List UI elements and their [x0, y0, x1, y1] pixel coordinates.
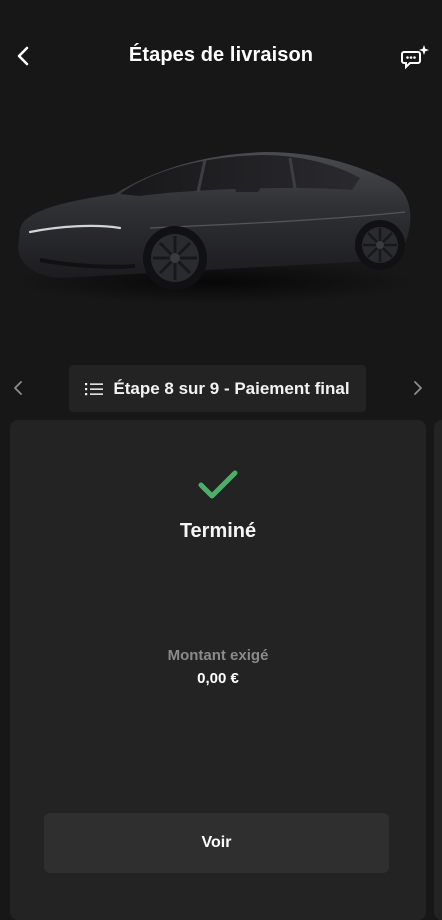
chevron-left-icon: [14, 381, 22, 395]
step-navigator: Étape 8 sur 9 - Paiement final: [0, 364, 442, 412]
step-selector[interactable]: Étape 8 sur 9 - Paiement final: [69, 365, 366, 412]
next-step-button[interactable]: [406, 374, 430, 402]
next-card-peek[interactable]: [434, 420, 442, 920]
list-icon: [85, 382, 104, 395]
chat-sparkle-icon: [401, 45, 429, 70]
header: Étapes de livraison: [0, 0, 442, 112]
check-icon: [198, 470, 238, 499]
view-button[interactable]: Voir: [44, 813, 389, 873]
amount-label: Montant exigé: [167, 647, 269, 664]
step-label: Étape 8 sur 9 - Paiement final: [113, 378, 350, 398]
step-card: Terminé Montant exigé 0,00 € Voir: [10, 420, 426, 920]
assistant-button[interactable]: [400, 42, 430, 72]
amount-value: 0,00 €: [197, 670, 239, 687]
page-title: Étapes de livraison: [128, 44, 314, 66]
car-image: [0, 120, 442, 340]
chevron-right-icon: [414, 381, 422, 395]
status-text: Terminé: [179, 520, 257, 542]
previous-step-button[interactable]: [6, 374, 30, 402]
